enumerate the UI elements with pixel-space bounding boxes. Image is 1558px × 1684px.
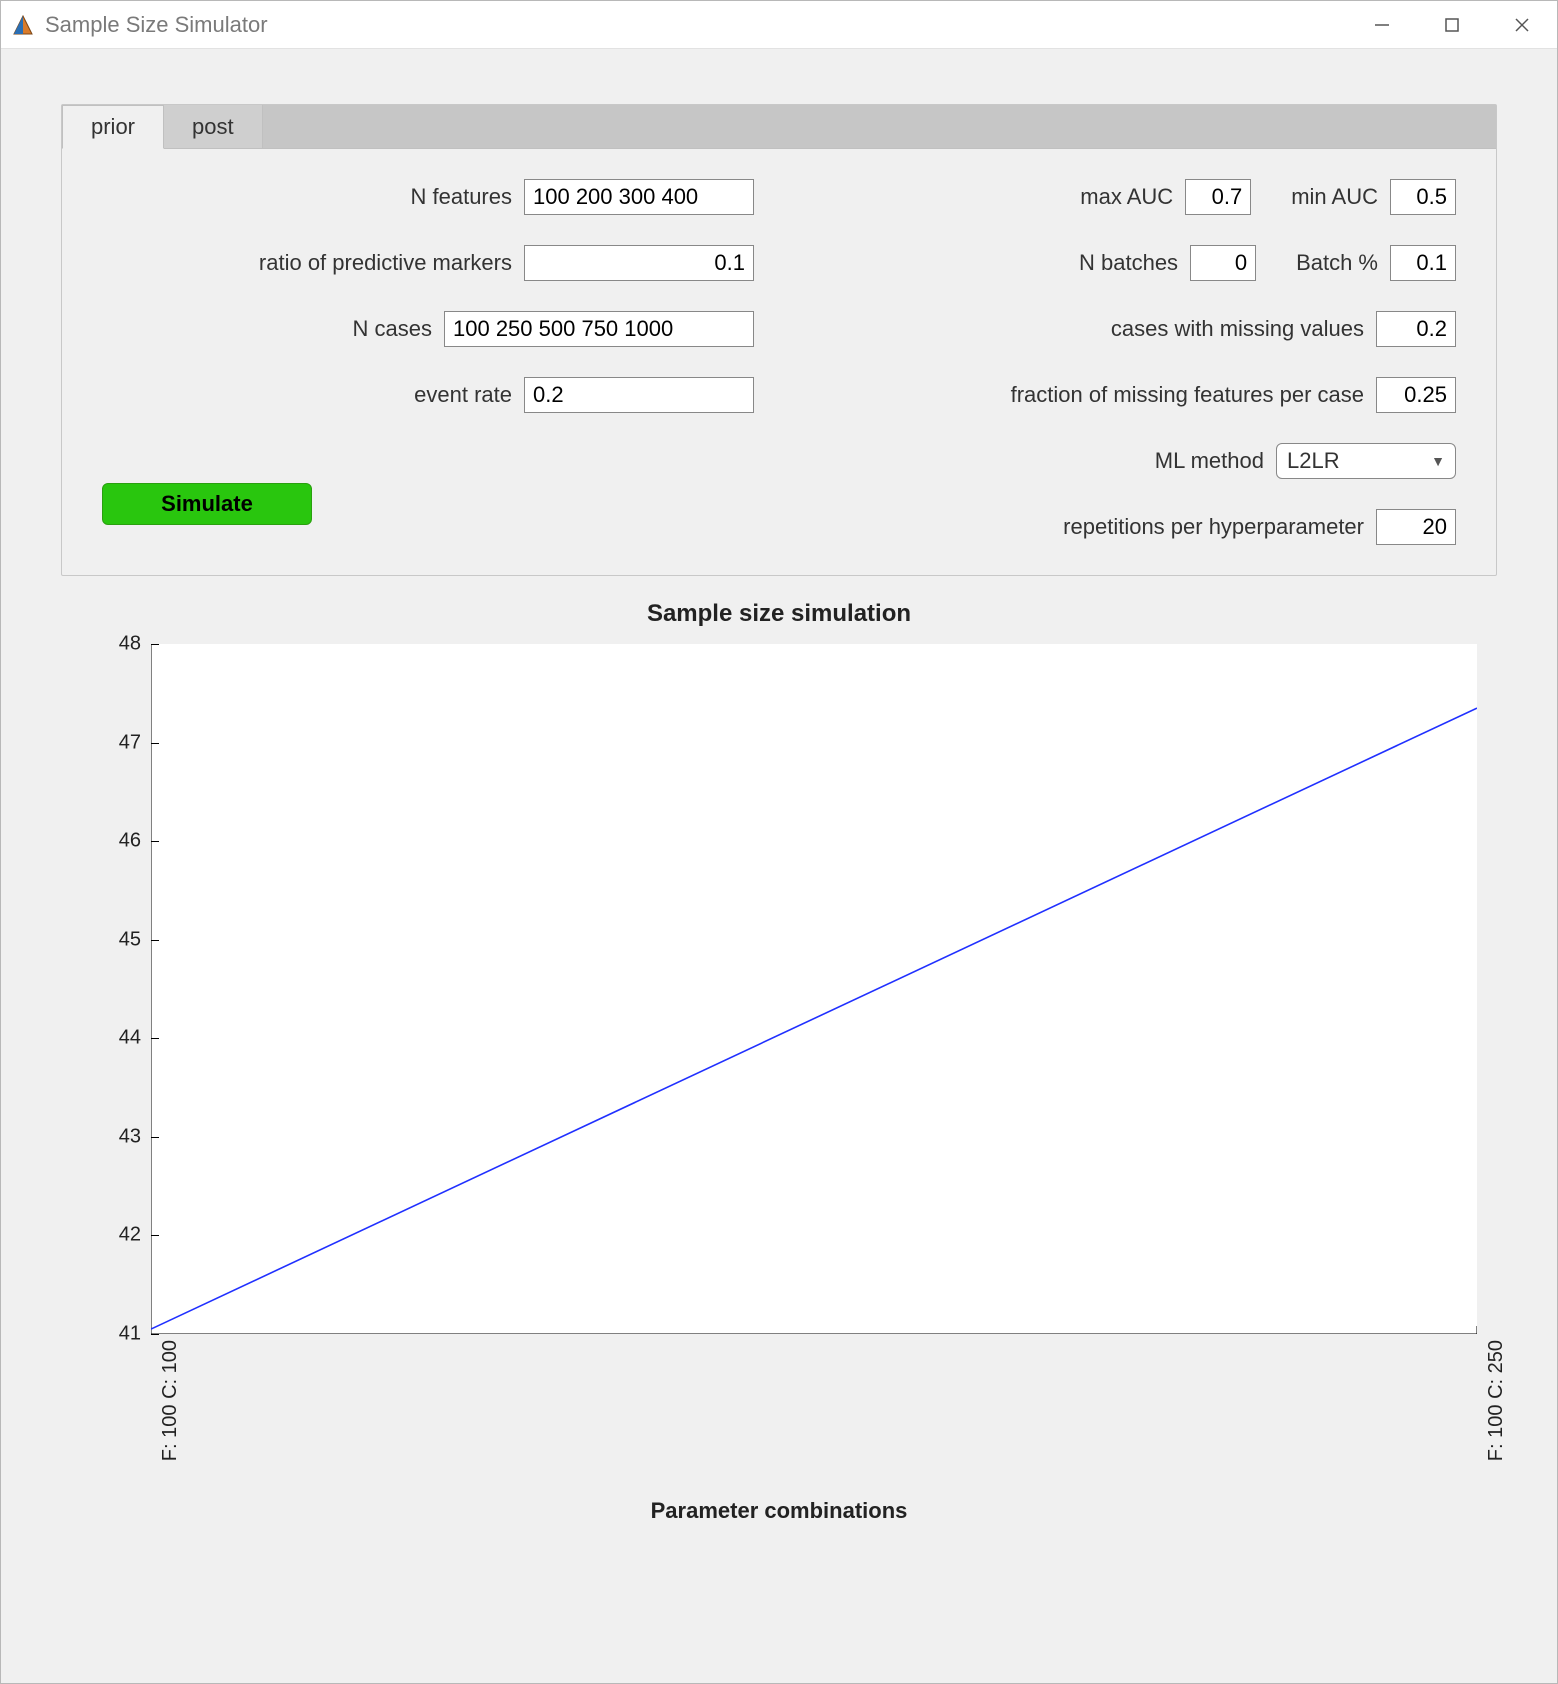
n-batches-input[interactable]	[1190, 245, 1256, 281]
chart-ytick: 41	[91, 1323, 141, 1346]
tab-label: post	[192, 114, 234, 140]
simulate-button[interactable]: Simulate	[102, 483, 312, 525]
ml-method-value: L2LR	[1287, 448, 1340, 474]
chart-ytick: 47	[91, 731, 141, 754]
tabstrip: prior post	[62, 105, 1496, 149]
frac-missing-label: fraction of missing features per case	[1011, 382, 1364, 408]
max-auc-input[interactable]	[1185, 179, 1251, 215]
max-auc-label: max AUC	[1080, 184, 1173, 210]
chart-xlabel: Parameter combinations	[61, 1498, 1497, 1524]
cases-missing-input[interactable]	[1376, 311, 1456, 347]
event-rate-input[interactable]	[524, 377, 754, 413]
tab-post[interactable]: post	[164, 105, 263, 148]
reps-label: repetitions per hyperparameter	[1063, 514, 1364, 540]
reps-input[interactable]	[1376, 509, 1456, 545]
n-batches-label: N batches	[1079, 250, 1178, 276]
chart-panel: Sample size simulation Balanced Accuracy…	[61, 600, 1497, 1663]
tab-prior[interactable]: prior	[62, 105, 164, 149]
n-features-input[interactable]	[524, 179, 754, 215]
ml-method-select[interactable]: L2LR ▼	[1276, 443, 1456, 479]
chart-ytick: 44	[91, 1027, 141, 1050]
app-icon	[11, 13, 35, 37]
chart-title: Sample size simulation	[61, 600, 1497, 628]
min-auc-label: min AUC	[1291, 184, 1378, 210]
simulate-button-label: Simulate	[161, 491, 253, 517]
chart-ytick: 46	[91, 830, 141, 853]
tab-label: prior	[91, 114, 135, 140]
n-cases-label: N cases	[353, 316, 432, 342]
cases-missing-label: cases with missing values	[1111, 316, 1364, 342]
chart-ytick: 45	[91, 928, 141, 951]
ml-method-label: ML method	[1155, 448, 1264, 474]
close-button[interactable]	[1487, 1, 1557, 49]
min-auc-input[interactable]	[1390, 179, 1456, 215]
titlebar: Sample Size Simulator	[1, 1, 1557, 49]
event-rate-label: event rate	[414, 382, 512, 408]
window-title: Sample Size Simulator	[45, 12, 268, 38]
chart-ytick: 42	[91, 1224, 141, 1247]
ratio-markers-input[interactable]	[524, 245, 754, 281]
chart-ytick: 43	[91, 1125, 141, 1148]
batch-pct-input[interactable]	[1390, 245, 1456, 281]
chevron-down-icon: ▼	[1431, 453, 1445, 469]
chart-xtick: F: 100 C: 250	[1485, 1340, 1558, 1461]
minimize-button[interactable]	[1347, 1, 1417, 49]
app-window: Sample Size Simulator prior post	[0, 0, 1558, 1684]
frac-missing-input[interactable]	[1376, 377, 1456, 413]
ratio-markers-label: ratio of predictive markers	[259, 250, 512, 276]
chart-xtick: F: 100 C: 100	[159, 1340, 313, 1461]
n-features-label: N features	[411, 184, 513, 210]
batch-pct-label: Batch %	[1296, 250, 1378, 276]
maximize-button[interactable]	[1417, 1, 1487, 49]
chart-ytick: 48	[91, 633, 141, 656]
settings-panel: prior post N features ratio of predictiv…	[61, 104, 1497, 576]
chart-plot-area: Balanced Accuracy 4142434445464748F: 100…	[61, 634, 1497, 1494]
n-cases-input[interactable]	[444, 311, 754, 347]
